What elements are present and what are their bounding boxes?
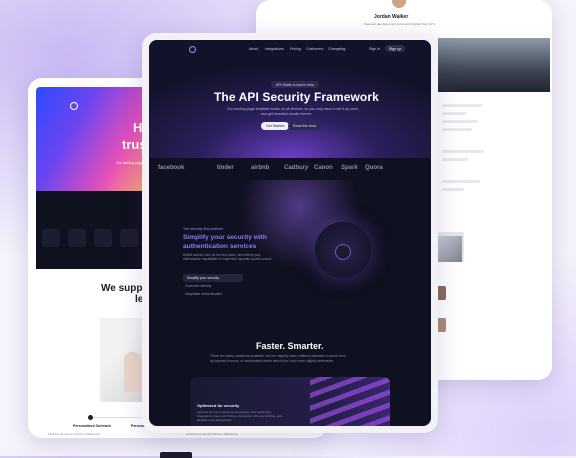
site-logo[interactable]: [189, 46, 196, 53]
author-desc: Frequent developer and community builder…: [364, 22, 436, 26]
nav-integrations[interactable]: Integrations: [265, 47, 284, 51]
feature-item-security[interactable]: Simplify your security: [183, 274, 243, 282]
optimized-desc: Optimize for user experience and privacy…: [197, 410, 282, 422]
hero-title: The API Security Framework: [214, 90, 379, 104]
feature-item-identity[interactable]: Customer identity: [185, 284, 211, 288]
hero-subtitle-2: and get beautiful results forever.: [261, 112, 313, 116]
feature-title-1: Simplify your security with: [183, 234, 267, 241]
logo-tile: [94, 229, 112, 247]
logo-tile: [42, 229, 60, 247]
nav-signup-button[interactable]: Sign up: [385, 45, 406, 52]
nav-pricing[interactable]: Pricing: [290, 47, 301, 51]
logo-cadbury: Cadbury: [284, 165, 309, 171]
nav-signin[interactable]: Sign in: [369, 47, 380, 51]
desk-photo: [438, 236, 462, 262]
get-started-button[interactable]: Get Started: [261, 122, 290, 130]
read-docs-button[interactable]: Read the docs: [288, 122, 322, 130]
person-silhouette: [124, 352, 142, 392]
main-preview-device: About Integrations Pricing Customers Cha…: [142, 33, 438, 433]
optimized-title: Optimized for security: [197, 403, 240, 408]
step-1-label: Personalized Outreach: [73, 424, 111, 428]
logo-quora: Quora: [365, 165, 383, 171]
logo-tinder: tinder: [217, 165, 234, 171]
logo-tile: [68, 229, 86, 247]
hero-badge[interactable]: API Studio is now in beta: [271, 81, 319, 88]
feature-core: [335, 244, 351, 260]
avatar: [392, 0, 406, 8]
logo-airbnb: airbnb: [251, 165, 270, 171]
optimized-visual: [310, 377, 390, 426]
hero-subtitle-1: Our landing page template works on all d…: [227, 107, 359, 111]
logo-facebook: facebook: [158, 165, 185, 171]
nav-customers[interactable]: Customers: [306, 47, 323, 51]
nav-changelog[interactable]: Changelog: [328, 47, 345, 51]
faster-title: Faster. Smarter.: [256, 341, 324, 351]
left-card-bottom-button: [160, 452, 192, 458]
logo-tile: [120, 229, 138, 247]
feature-item-adaptable[interactable]: Adaptable authentication: [185, 292, 222, 296]
left-hero: Hir trust Our landing page te: [36, 87, 152, 191]
nav-about[interactable]: About: [249, 47, 258, 51]
logo-canon: Canon: [314, 165, 333, 171]
logo-spark: Spark: [341, 165, 358, 171]
left-step-desc: Find this as Jenny'd what to Salesforce: [48, 432, 100, 436]
optimized-card: Optimized for security Optimize for user…: [190, 377, 390, 426]
feature-title-2: authentication services: [183, 243, 257, 250]
left-hero-logo: [70, 102, 78, 110]
feature-kicker: The security first platform: [183, 227, 224, 231]
landing-page-screen: About Integrations Pricing Customers Cha…: [149, 40, 431, 426]
city-image: [438, 38, 550, 92]
feature-desc: Define access roles for the end-users, a…: [183, 253, 272, 262]
left-logo-strip: [36, 191, 152, 269]
faster-subtitle-2: by injected humour, or randomised words …: [210, 359, 334, 363]
author-name: Jordan Walker: [374, 14, 409, 20]
faster-subtitle-1: There are many variations available, but…: [210, 354, 347, 358]
